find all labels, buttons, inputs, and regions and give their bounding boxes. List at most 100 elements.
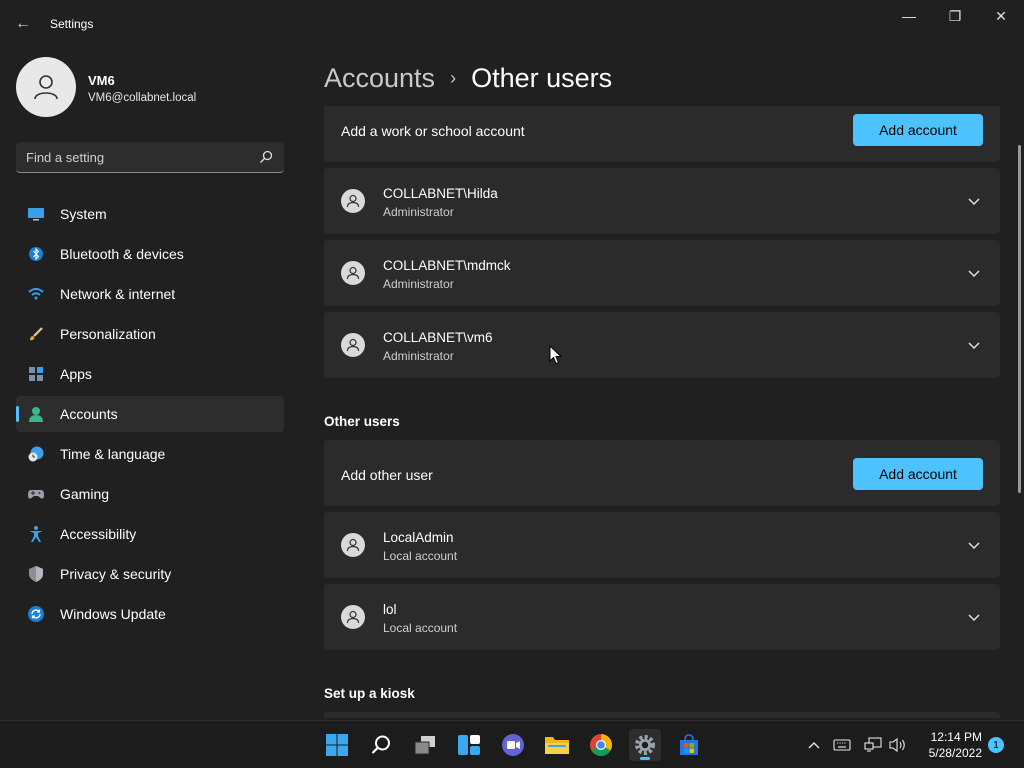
user-card-lol[interactable]: lol Local account [324,584,1000,650]
app-title: Settings [50,17,94,31]
sidebar-item-label: Accounts [60,406,118,422]
search-icon[interactable] [258,149,274,165]
kiosk-card[interactable] [324,712,1000,718]
user-avatar [341,189,365,213]
breadcrumb: Accounts › Other users [324,58,612,98]
user-card-vm6[interactable]: COLLABNET\vm6 Administrator [324,312,1000,378]
user-card-mdmck[interactable]: COLLABNET\mdmck Administrator [324,240,1000,306]
sidebar-item-label: Privacy & security [60,566,172,582]
person-icon [346,538,360,552]
sidebar-item-privacy[interactable]: Privacy & security [16,556,284,592]
user-card-hilda[interactable]: COLLABNET\Hilda Administrator [324,168,1000,234]
gamepad-icon [28,486,44,502]
chevron-down-icon[interactable] [966,609,982,625]
person-icon [34,75,58,100]
sidebar-item-accounts[interactable]: Accounts [16,396,284,432]
chevron-down-icon[interactable] [966,193,982,209]
profile-name: VM6 [88,73,115,88]
volume-icon[interactable] [888,735,908,755]
accounts-icon [28,406,44,422]
search-box[interactable] [16,142,284,173]
person-icon [346,338,360,352]
mouse-cursor-icon [549,345,563,365]
search-icon[interactable] [365,729,397,761]
user-role: Administrator [383,277,454,291]
user-role: Local account [383,621,458,635]
user-card-localadmin[interactable]: LocalAdmin Local account [324,512,1000,578]
user-name: COLLABNET\vm6 [383,330,493,345]
scrollbar-thumb[interactable] [1018,145,1021,493]
user-avatar [341,533,365,557]
sidebar-item-bluetooth[interactable]: Bluetooth & devices [16,236,284,272]
notification-badge[interactable]: 1 [988,737,1004,753]
clock-date: 5/28/2022 [928,746,982,760]
maximize-button[interactable]: ❐ [932,0,978,32]
chevron-up-icon[interactable] [804,735,824,755]
add-other-user-card: Add other user Add account [324,440,1000,506]
accessibility-icon [28,526,44,542]
profile-email: VM6@collabnet.local [88,92,197,104]
user-name: LocalAdmin [383,530,454,545]
update-icon [28,606,44,622]
sidebar-item-personalization[interactable]: Personalization [16,316,284,352]
task-view-icon[interactable] [409,729,441,761]
add-work-account-label: Add a work or school account [341,123,525,139]
minimize-button[interactable]: — [886,0,932,32]
teams-chat-icon[interactable] [497,729,529,761]
shield-icon [28,566,44,582]
network-icon[interactable] [863,735,883,755]
sidebar-item-network[interactable]: Network & internet [16,276,284,312]
chrome-icon[interactable] [585,729,617,761]
sidebar-item-label: Time & language [60,446,166,462]
sidebar-item-accessibility[interactable]: Accessibility [16,516,284,552]
person-icon [346,610,360,624]
chevron-down-icon[interactable] [966,537,982,553]
store-icon[interactable] [673,729,705,761]
wifi-icon [28,286,44,302]
user-avatar [341,605,365,629]
user-name: lol [383,602,397,617]
user-role: Administrator [383,205,454,219]
settings-icon[interactable] [629,729,661,761]
brush-icon [28,326,44,342]
bluetooth-icon [28,246,44,262]
user-avatar [341,261,365,285]
sidebar-item-time-language[interactable]: Time & language [16,436,284,472]
active-app-indicator [640,757,650,760]
chevron-down-icon[interactable] [966,337,982,353]
keyboard-icon[interactable] [832,735,852,755]
taskbar-clock[interactable]: 12:14 PM 5/28/2022 [912,729,982,761]
back-button[interactable]: ← [10,12,36,36]
add-other-user-button[interactable]: Add account [853,458,983,490]
user-name: COLLABNET\Hilda [383,186,498,201]
chevron-right-icon: › [450,67,457,88]
start-icon[interactable] [321,729,353,761]
user-role: Local account [383,549,458,563]
breadcrumb-parent-link[interactable]: Accounts [324,63,435,94]
user-avatar [341,333,365,357]
title-bar: ← Settings — ❐ ✕ [0,0,1024,48]
add-work-account-button[interactable]: Add account [853,114,983,146]
add-other-user-label: Add other user [341,467,433,483]
apps-icon [28,366,44,382]
kiosk-heading: Set up a kiosk [324,686,415,701]
user-name: COLLABNET\mdmck [383,258,511,273]
chevron-down-icon[interactable] [966,265,982,281]
widgets-icon[interactable] [453,729,485,761]
other-users-heading: Other users [324,414,400,429]
profile-avatar[interactable] [16,57,76,117]
clock-globe-icon [28,446,44,462]
sidebar-item-label: Gaming [60,486,110,502]
sidebar-item-label: System [60,206,107,222]
sidebar-item-system[interactable]: System [16,196,284,232]
file-explorer-icon[interactable] [541,729,573,761]
sidebar-item-gaming[interactable]: Gaming [16,476,284,512]
sidebar-item-apps[interactable]: Apps [16,356,284,392]
sidebar-item-windows-update[interactable]: Windows Update [16,596,284,632]
sidebar-item-label: Apps [60,366,92,382]
person-icon [346,194,360,208]
sidebar-nav: System Bluetooth & devices Network & int… [16,196,284,636]
close-button[interactable]: ✕ [978,0,1024,32]
sidebar-item-label: Accessibility [60,526,137,542]
search-input[interactable] [26,142,246,172]
